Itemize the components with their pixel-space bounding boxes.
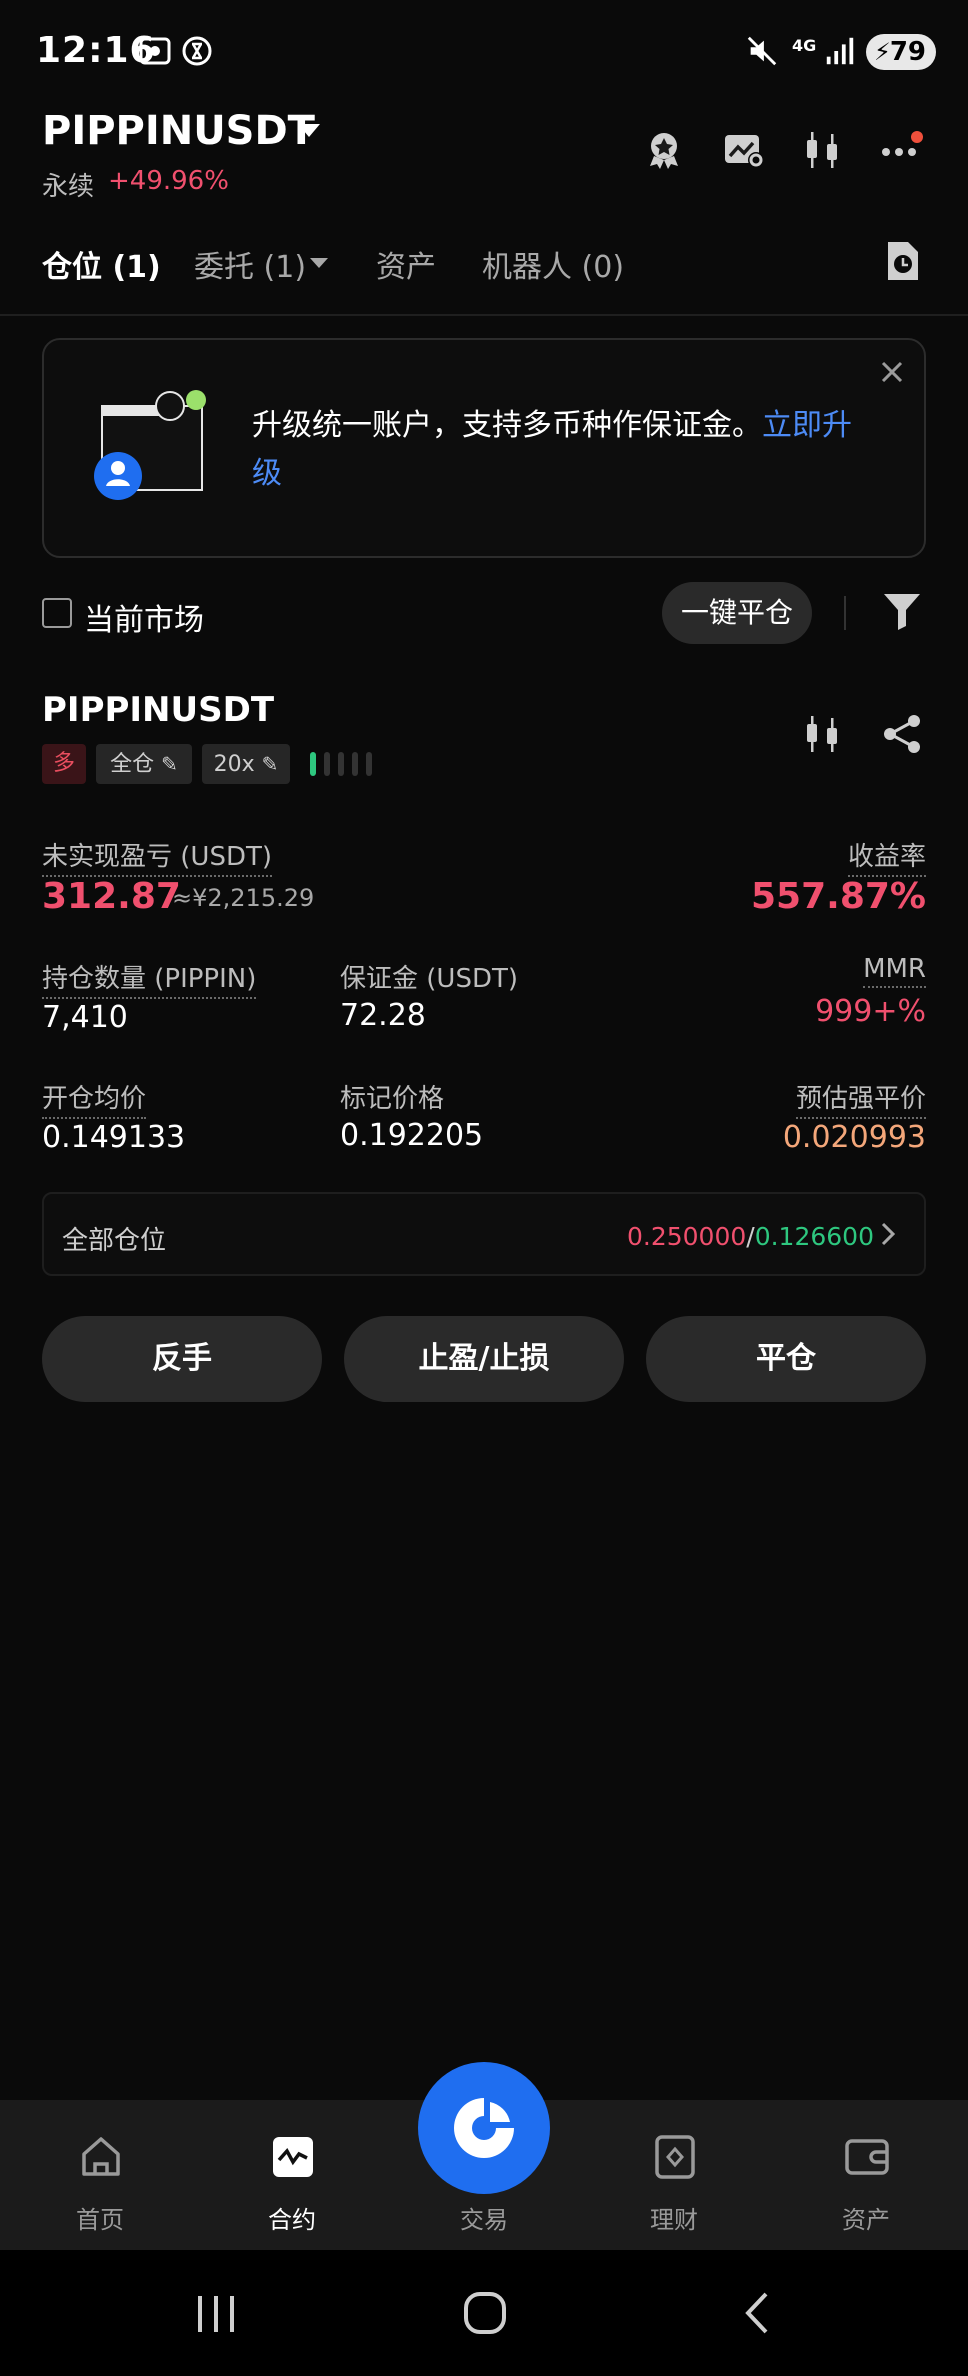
symbol-selector[interactable]: PIPPINUSDT <box>42 108 315 154</box>
margin-value: 72.28 <box>340 998 426 1033</box>
entry-price-label: 开仓均价 <box>42 1078 147 1119</box>
chevron-down-icon[interactable] <box>310 258 328 268</box>
tpsl-prices: 0.250000/0.126600 <box>627 1222 874 1251</box>
entry-price-value: 0.149133 <box>42 1120 186 1155</box>
close-position-button[interactable]: 平仓 <box>646 1316 926 1402</box>
tabs-divider <box>0 314 968 316</box>
close-icon[interactable] <box>876 356 908 388</box>
banner-message: 升级统一账户，支持多币种作保证金。 <box>252 408 762 443</box>
candlestick-icon[interactable] <box>800 712 844 756</box>
nav-futures-label: 合约 <box>268 2206 316 2234</box>
unified-account-illustration <box>94 390 206 500</box>
adl-bar-1 <box>310 752 316 776</box>
nav-trade-button[interactable] <box>418 2062 550 2194</box>
adl-bar-5 <box>366 752 372 776</box>
more-icon[interactable] <box>880 128 924 172</box>
share-icon[interactable] <box>880 712 924 756</box>
notification-dot <box>911 131 923 143</box>
signal-icon <box>826 37 854 65</box>
futures-icon <box>273 2137 313 2177</box>
chevron-right-icon[interactable] <box>878 1220 898 1248</box>
leverage-badge[interactable]: 20x ✎ <box>202 744 290 784</box>
tab-orders[interactable]: 委托 (1) <box>194 242 306 286</box>
contract-type: 永续 <box>42 172 95 202</box>
home-icon <box>82 2137 120 2176</box>
current-market-label: 当前市场 <box>84 603 204 638</box>
tab-positions[interactable]: 仓位 (1) <box>42 242 161 286</box>
tab-assets[interactable]: 资产 <box>376 242 436 286</box>
charging-icon: ⚡ <box>874 38 891 66</box>
reverse-button[interactable]: 反手 <box>42 1316 322 1402</box>
price-change: +49.96% <box>108 166 229 196</box>
mmr-label: MMR <box>863 954 926 988</box>
current-market-checkbox[interactable] <box>42 598 72 628</box>
status-bar: 12:16 4G ⚡ 79 <box>0 0 968 100</box>
recent-apps-icon[interactable] <box>194 2292 238 2336</box>
margin-mode-badge[interactable]: 全仓 ✎ <box>96 744 192 784</box>
roe-value: 557.87% <box>751 876 926 917</box>
adl-bar-4 <box>352 752 358 776</box>
position-size-label: 持仓数量 (PIPPIN) <box>42 958 257 999</box>
battery-level: 79 <box>889 37 926 67</box>
mark-price-value: 0.192205 <box>340 1118 484 1153</box>
tab-bots[interactable]: 机器人 (0) <box>482 242 624 286</box>
all-positions-label: 全部仓位 <box>62 1226 167 1256</box>
filter-separator <box>844 596 846 630</box>
edit-icon: ✎ <box>261 752 279 776</box>
liq-price-value: 0.020993 <box>782 1120 926 1155</box>
upgrade-banner-text: 升级统一账户，支持多币种作保证金。立即升级 <box>252 402 872 498</box>
unrealized-pnl-label: 未实现盈亏 (USDT) <box>42 836 272 877</box>
side-badge: 多 <box>42 744 86 784</box>
candlestick-icon[interactable] <box>800 128 844 172</box>
nav-trade-label: 交易 <box>460 2206 508 2234</box>
margin-mode-label: 全仓 <box>110 752 155 777</box>
nav-earn-label: 理财 <box>650 2206 698 2234</box>
take-profit-price: 0.250000 <box>626 1222 747 1251</box>
liq-price-label: 预估强平价 <box>795 1078 926 1119</box>
position-size-value: 7,410 <box>42 1000 128 1035</box>
filter-icon[interactable] <box>880 588 924 632</box>
margin-label: 保证金 (USDT) <box>340 964 518 994</box>
adl-bar-3 <box>338 752 344 776</box>
chevron-down-icon[interactable] <box>298 124 320 137</box>
unrealized-pnl-cny: ≈¥2,215.29 <box>172 884 315 912</box>
mmr-value: 999+% <box>815 994 926 1029</box>
back-icon[interactable] <box>740 2290 774 2336</box>
nav-home-label: 首页 <box>76 2206 124 2234</box>
mute-icon <box>747 36 777 66</box>
screen-record-icon <box>139 37 171 65</box>
trade-logo-icon <box>454 2098 514 2158</box>
tpsl-button[interactable]: 止盈/止损 <box>344 1316 624 1402</box>
stop-loss-price: 0.126600 <box>754 1222 874 1251</box>
unrealized-pnl-value: 312.87 <box>42 876 181 917</box>
battery-indicator: ⚡ 79 <box>866 34 936 70</box>
nav-assets-label: 资产 <box>842 2206 890 2234</box>
timer-icon <box>182 36 212 66</box>
network-type: 4G <box>792 36 817 55</box>
history-icon[interactable] <box>884 240 922 282</box>
position-symbol[interactable]: PIPPINUSDT <box>42 690 274 730</box>
roe-label: 收益率 <box>847 836 926 877</box>
adl-bar-2 <box>324 752 330 776</box>
edit-icon: ✎ <box>161 752 178 776</box>
close-all-button[interactable]: 一键平仓 <box>662 582 812 644</box>
mark-price-label: 标记价格 <box>340 1084 445 1114</box>
leverage-label: 20x <box>213 752 255 777</box>
home-button-icon[interactable] <box>462 2290 508 2336</box>
chart-settings-icon[interactable] <box>722 128 766 172</box>
tpsl-separator: / <box>746 1222 755 1251</box>
award-icon[interactable] <box>642 128 686 172</box>
wallet-icon <box>845 2139 889 2175</box>
earn-icon <box>655 2135 695 2179</box>
